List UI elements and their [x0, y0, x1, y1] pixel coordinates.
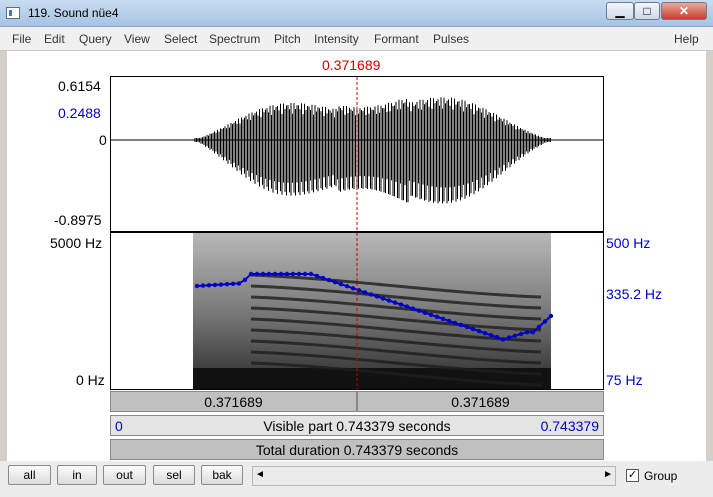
out-button[interactable]: out	[103, 465, 146, 485]
scroll-left-arrow-icon[interactable]: ◄	[255, 469, 265, 480]
bak-button[interactable]: bak	[201, 465, 243, 485]
visible-part-bar[interactable]: 0 Visible part 0.743379 seconds 0.743379	[110, 415, 604, 436]
wave-zero-label: 0	[99, 132, 107, 148]
spectrogram-panel[interactable]	[110, 232, 604, 390]
menu-bar: File Edit Query View Select Spectrum Pit…	[0, 27, 713, 51]
wave-min-label: -0.8975	[54, 212, 102, 228]
group-checkbox[interactable]: ✓	[626, 469, 639, 482]
waveform-panel[interactable]	[110, 76, 604, 232]
menu-view[interactable]: View	[124, 32, 150, 46]
wave-cursor-value-label: 0.2488	[58, 105, 101, 121]
menu-help[interactable]: Help	[674, 32, 699, 46]
menu-pulses[interactable]: Pulses	[433, 32, 469, 46]
menu-pitch[interactable]: Pitch	[274, 32, 301, 46]
in-button[interactable]: in	[57, 465, 97, 485]
menu-formant[interactable]: Formant	[374, 32, 419, 46]
pitch-cursor-label: 335.2 Hz	[606, 286, 663, 302]
pitch-top-label: 500 Hz	[606, 235, 651, 251]
title-bar: 119. Sound nüe4 ▁ □ ✕	[0, 0, 713, 27]
menu-spectrum[interactable]: Spectrum	[209, 32, 260, 46]
cursor-time-label: 0.371689	[322, 57, 381, 73]
total-duration-bar[interactable]: Total duration 0.743379 seconds	[110, 439, 604, 460]
scroll-right-arrow-icon[interactable]: ►	[603, 469, 613, 480]
visible-start-label: 0	[115, 418, 123, 434]
app-icon	[6, 7, 20, 19]
menu-file[interactable]: File	[12, 32, 31, 46]
close-button[interactable]: ✕	[661, 2, 707, 20]
minimize-button[interactable]: ▁	[606, 2, 634, 20]
all-button[interactable]: all	[8, 465, 51, 485]
menu-intensity[interactable]: Intensity	[314, 32, 359, 46]
waveform-graphic	[111, 77, 603, 231]
visible-end-label: 0.743379	[540, 418, 599, 434]
menu-query[interactable]: Query	[79, 32, 112, 46]
window-title: 119. Sound nüe4	[28, 6, 119, 20]
horizontal-scrollbar[interactable]: ◄ ►	[252, 466, 616, 486]
wave-max-label: 0.6154	[58, 78, 101, 94]
spectrogram-graphic	[193, 233, 554, 389]
visible-part-label: Visible part 0.743379 seconds	[263, 418, 451, 434]
menu-edit[interactable]: Edit	[44, 32, 65, 46]
menu-select[interactable]: Select	[164, 32, 197, 46]
time-bar-left[interactable]: 0.371689	[110, 391, 357, 412]
maximize-button[interactable]: □	[634, 2, 660, 20]
pitch-bottom-label: 75 Hz	[606, 372, 643, 388]
group-label: Group	[644, 469, 678, 483]
sel-button[interactable]: sel	[153, 465, 195, 485]
time-bar-right[interactable]: 0.371689	[357, 391, 604, 412]
spectrogram-bottom-freq-label: 0 Hz	[76, 372, 105, 388]
spectrogram-top-freq-label: 5000 Hz	[50, 235, 103, 251]
